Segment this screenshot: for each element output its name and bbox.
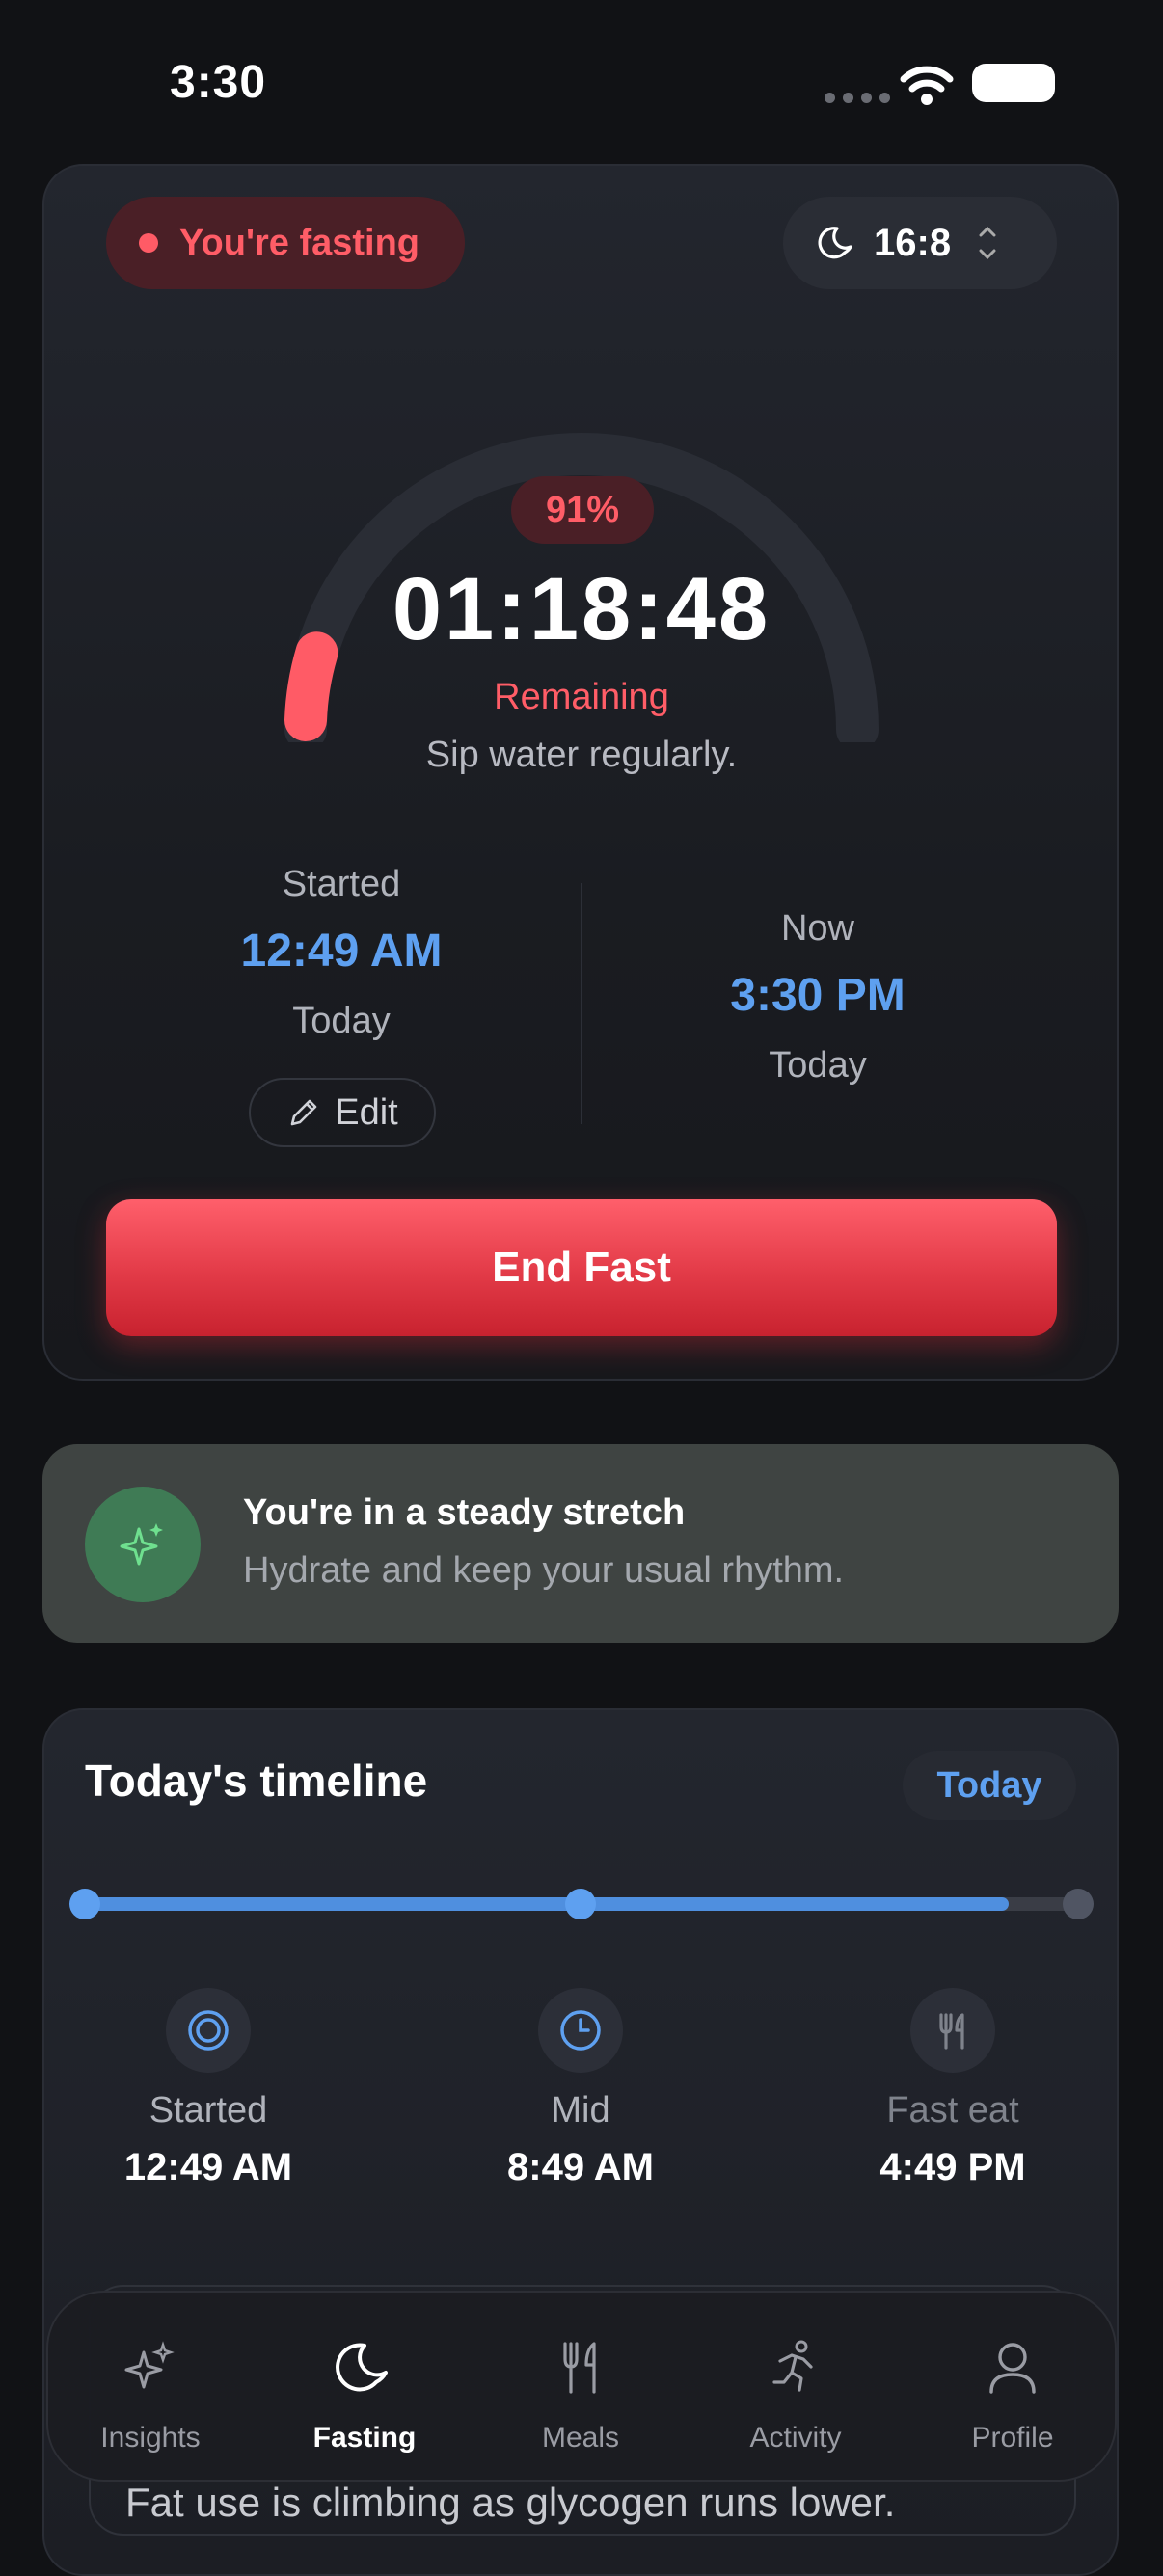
countdown-timer: 01:18:48 <box>392 560 771 658</box>
plan-selector[interactable]: 16:8 <box>783 197 1057 289</box>
timeline-node-end <box>1063 1889 1094 1919</box>
status-time: 3:30 <box>170 57 267 108</box>
fasting-tip: Sip water regularly. <box>425 735 738 775</box>
timeline-title: Today's timeline <box>85 1756 428 1806</box>
clock-icon <box>538 1988 623 2073</box>
timeline-detail-text: Fat use is climbing as glycogen runs low… <box>125 2480 896 2525</box>
tab-fasting[interactable]: Fasting <box>268 2333 461 2455</box>
insight-subtitle: Hydrate and keep your usual rhythm. <box>243 1550 845 1591</box>
tab-label: Insights <box>100 2422 201 2454</box>
progress-percent-badge: 91% <box>511 476 654 544</box>
moon-icon <box>818 224 856 262</box>
moon-icon <box>268 2333 461 2401</box>
countdown-label: Remaining <box>494 677 669 717</box>
utensils-icon <box>484 2333 677 2401</box>
running-icon <box>699 2333 892 2401</box>
timeline-node-start <box>69 1889 100 1919</box>
milestone-label: Fast eat <box>886 2090 1019 2131</box>
wifi-icon <box>900 64 954 111</box>
started-time: 12:49 AM <box>240 926 443 977</box>
now-day: Today <box>769 1045 867 1086</box>
started-label: Started <box>282 864 401 904</box>
insight-title: You're in a steady stretch <box>243 1492 686 1533</box>
now-column: Now 3:30 PM Today <box>673 908 962 1087</box>
person-icon <box>916 2333 1109 2401</box>
cellular-signal-icon <box>825 93 890 103</box>
sparkles-icon <box>85 1487 201 1602</box>
utensils-icon <box>910 1988 995 2073</box>
timeline-progress <box>85 1897 1009 1911</box>
timeline-range-button[interactable]: Today <box>903 1751 1076 1820</box>
started-column: Started 12:49 AM Today <box>197 864 486 1042</box>
edit-label: Edit <box>335 1091 398 1133</box>
tab-label: Meals <box>541 2422 620 2454</box>
milestone-time: 12:49 AM <box>123 2146 293 2188</box>
tab-insights[interactable]: Insights <box>54 2333 247 2455</box>
tab-profile[interactable]: Profile <box>916 2333 1109 2455</box>
end-fast-button[interactable]: End Fast <box>106 1199 1057 1336</box>
edit-start-button[interactable]: Edit <box>249 1078 436 1147</box>
milestone-time: 8:49 AM <box>507 2146 654 2188</box>
fasting-status-label: You're fasting <box>179 222 420 263</box>
milestone-time: 4:49 PM <box>879 2146 1026 2188</box>
milestone-label: Mid <box>551 2090 610 2131</box>
chevron-up-down-icon <box>976 222 999 264</box>
insight-card[interactable] <box>42 1444 1119 1643</box>
battery-icon <box>972 64 1055 102</box>
column-divider <box>581 883 582 1124</box>
target-icon <box>166 1988 251 2073</box>
sparkles-icon <box>54 2333 247 2401</box>
plan-label: 16:8 <box>874 221 952 264</box>
tab-meals[interactable]: Meals <box>484 2333 677 2455</box>
tab-activity[interactable]: Activity <box>699 2333 892 2455</box>
milestone-label: Started <box>149 2090 268 2131</box>
tab-label: Activity <box>749 2422 842 2454</box>
pencil-icon <box>286 1095 321 1130</box>
started-day: Today <box>292 1001 391 1041</box>
tab-label: Fasting <box>312 2422 417 2454</box>
status-dot-icon <box>139 233 158 253</box>
now-label: Now <box>780 908 855 949</box>
now-time: 3:30 PM <box>730 970 906 1021</box>
timeline-node-mid <box>565 1889 596 1919</box>
tab-label: Profile <box>971 2422 1054 2454</box>
fasting-status-badge: You're fasting <box>106 197 465 289</box>
